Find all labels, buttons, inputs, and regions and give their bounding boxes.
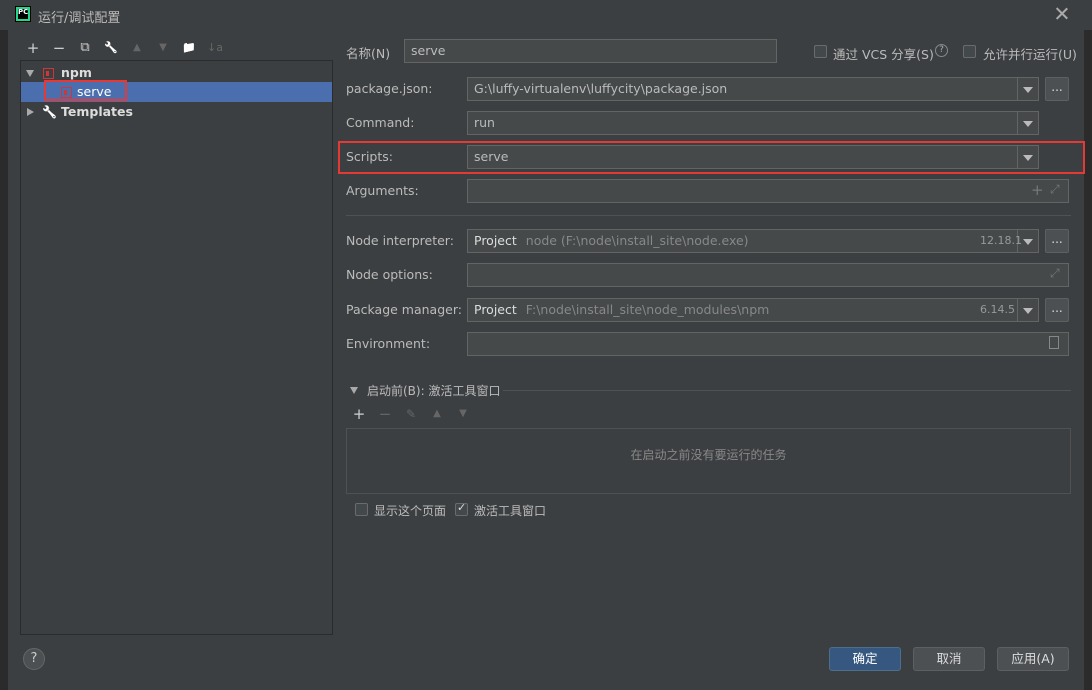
browse-package-json-button[interactable]: ... — [1045, 77, 1069, 101]
environment-input[interactable] — [467, 332, 1069, 356]
move-down-icon[interactable]: ▼ — [454, 405, 472, 423]
move-up-icon[interactable]: ▲ — [128, 39, 146, 57]
package-json-combo[interactable]: G:\luffy-virtualenv\luffycity\package.js… — [467, 77, 1039, 101]
title-bar — [0, 0, 1092, 30]
close-icon[interactable] — [1052, 4, 1072, 24]
command-label: Command: — [346, 115, 415, 130]
collapse-icon[interactable] — [26, 70, 34, 77]
package-json-value: G:\luffy-virtualenv\luffycity\package.js… — [474, 81, 728, 96]
empty-task-text: 在启动之前没有要运行的任务 — [630, 448, 787, 462]
share-vcs-label: 通过 VCS 分享(S) — [833, 47, 934, 62]
expand-field-icon[interactable]: ⤢ — [1050, 182, 1060, 197]
tree-item-label: Templates — [61, 104, 133, 119]
node-interpreter-combo[interactable]: Project node (F:\node\install_site\node.… — [467, 229, 1039, 253]
scripts-label: Scripts: — [346, 149, 393, 164]
browse-node-button[interactable]: ... — [1045, 229, 1069, 253]
node-version: 12.18.1 — [980, 234, 1022, 247]
package-manager-version: 6.14.5 — [980, 303, 1015, 316]
move-down-icon[interactable]: ▼ — [154, 39, 172, 57]
ok-button[interactable]: 确定 — [829, 647, 901, 671]
help-icon[interactable]: ? — [935, 44, 948, 57]
remove-task-button[interactable]: − — [376, 405, 394, 423]
divider — [503, 390, 1071, 391]
expand-field-icon[interactable]: ⤢ — [1050, 266, 1060, 281]
tree-item-npm[interactable]: npm — [21, 63, 332, 83]
node-interpreter-label: Node interpreter: — [346, 233, 454, 248]
window-title: 运行/调试配置 — [38, 11, 121, 26]
collapse-icon[interactable] — [350, 387, 358, 394]
allow-parallel-checkbox[interactable] — [963, 45, 976, 58]
environment-label: Environment: — [346, 336, 431, 351]
copy-config-icon[interactable]: ⧉ — [76, 39, 94, 57]
chevron-down-icon[interactable] — [1017, 112, 1038, 134]
add-config-button[interactable]: + — [24, 39, 42, 57]
divider — [346, 215, 1071, 216]
document-icon[interactable] — [1049, 336, 1059, 349]
scripts-combo[interactable]: serve — [467, 145, 1039, 169]
remove-config-button[interactable]: − — [50, 39, 68, 57]
arguments-label: Arguments: — [346, 183, 419, 198]
help-button[interactable]: ? — [23, 648, 45, 670]
package-manager-prefix: Project — [474, 302, 517, 317]
tree-item-templates[interactable]: 🔧 Templates — [21, 102, 332, 122]
sort-icon[interactable]: ↓a — [206, 39, 224, 57]
node-interpreter-value: node (F:\node\install_site\node.exe) — [525, 233, 749, 248]
app-icon-text: PC — [18, 8, 29, 16]
config-tree[interactable]: npm serve 🔧 Templates — [20, 60, 333, 635]
name-input[interactable]: serve — [404, 39, 777, 63]
before-launch-title: 启动前(B): 激活工具窗口 — [367, 384, 501, 398]
tree-item-label: serve — [77, 84, 112, 99]
node-options-label: Node options: — [346, 267, 433, 282]
command-combo[interactable]: run — [467, 111, 1039, 135]
add-task-button[interactable]: + — [350, 405, 368, 423]
chevron-down-icon[interactable] — [1017, 78, 1038, 100]
move-up-icon[interactable]: ▲ — [428, 405, 446, 423]
show-page-label: 显示这个页面 — [374, 504, 447, 518]
wrench-icon[interactable]: 🔧 — [102, 39, 120, 57]
chevron-down-icon[interactable] — [1017, 299, 1038, 321]
expand-icon[interactable] — [27, 108, 34, 116]
share-vcs-checkbox[interactable] — [814, 45, 827, 58]
activate-tool-label: 激活工具窗口 — [474, 504, 547, 518]
activate-tool-checkbox[interactable] — [455, 501, 468, 516]
browse-package-manager-button[interactable]: ... — [1045, 298, 1069, 322]
package-manager-label: Package manager: — [346, 302, 462, 317]
edit-task-icon[interactable]: ✎ — [402, 405, 420, 423]
pycharm-app-icon: PC — [15, 6, 31, 22]
tree-item-label: npm — [61, 65, 92, 80]
cancel-button[interactable]: 取消 — [913, 647, 985, 671]
package-manager-combo[interactable]: Project F:\node\install_site\node_module… — [467, 298, 1039, 322]
wrench-icon: 🔧 — [42, 105, 57, 119]
name-label: 名称(N) — [346, 46, 391, 61]
package-json-label: package.json: — [346, 81, 433, 96]
chevron-down-icon[interactable] — [1017, 146, 1038, 168]
scripts-value: serve — [474, 149, 509, 164]
node-interpreter-prefix: Project — [474, 233, 517, 248]
add-icon[interactable]: + — [1031, 181, 1044, 199]
show-page-checkbox[interactable] — [355, 503, 368, 516]
folder-icon[interactable]: 📁 — [180, 39, 198, 57]
apply-button[interactable]: 应用(A) — [997, 647, 1069, 671]
npm-icon — [43, 68, 54, 79]
node-options-input[interactable] — [467, 263, 1069, 287]
package-manager-value: F:\node\install_site\node_modules\npm — [525, 302, 770, 317]
tree-item-serve[interactable]: serve — [21, 82, 332, 102]
arguments-input[interactable] — [467, 179, 1069, 203]
npm-icon — [61, 87, 72, 98]
allow-parallel-label: 允许并行运行(U) — [983, 47, 1077, 62]
command-value: run — [474, 115, 495, 130]
